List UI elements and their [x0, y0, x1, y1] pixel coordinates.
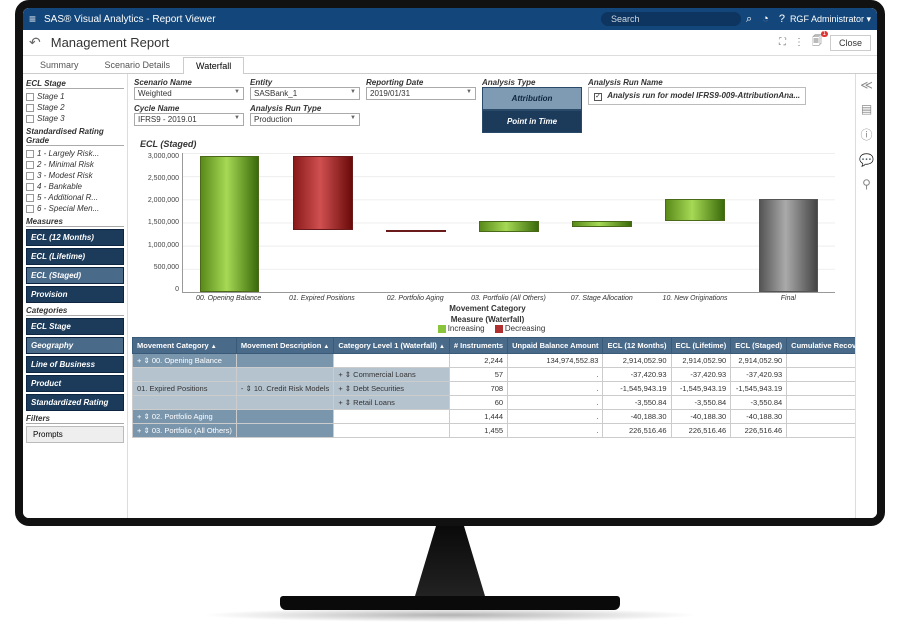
app-title: SAS® Visual Analytics - Report Viewer — [44, 14, 216, 25]
page-title: Management Report — [51, 35, 170, 50]
comment-icon[interactable]: 💬 — [859, 153, 874, 167]
collapse-icon[interactable]: ≪ — [860, 78, 873, 92]
monitor-stand — [380, 526, 520, 596]
table-row[interactable]: + ⇕ 02. Portfolio Aging1,444.-40,188.30-… — [133, 410, 856, 424]
chart-bar — [759, 199, 819, 292]
filters-title: Filters — [26, 414, 124, 424]
more-icon[interactable]: ⋮ — [794, 37, 804, 48]
checkbox-row[interactable]: Stage 2 — [26, 102, 124, 113]
chart-bar — [386, 230, 446, 232]
info-icon[interactable]: ⓘ — [860, 126, 872, 143]
scenario-select[interactable]: Weighted — [134, 87, 244, 100]
grade-title: Standardised Rating Grade — [26, 127, 124, 146]
category-button[interactable]: Line of Business — [26, 356, 124, 373]
chart-area: ECL (Staged) 3,000,0002,500,0002,000,000… — [128, 137, 855, 337]
data-table: Movement Category ▲Movement Description … — [132, 337, 855, 438]
report-header: ↶ Management Report ⛶ ⋮ 🗐1 Close — [23, 30, 877, 56]
repdate-select[interactable]: 2019/01/31 — [366, 87, 476, 100]
chart-plot — [182, 153, 835, 293]
filter-bar: Scenario Name Weighted Cycle Name IFRS9 … — [128, 74, 855, 137]
table-header[interactable]: Movement Category ▲ — [133, 338, 237, 354]
data-table-wrap: Movement Category ▲Movement Description … — [128, 337, 855, 518]
table-header[interactable]: Category Level 1 (Waterfall) ▲ — [334, 338, 450, 354]
checkbox-row[interactable]: 2 - Minimal Risk — [26, 159, 124, 170]
runtype-select[interactable]: Production — [250, 113, 360, 126]
notifications-icon[interactable]: ◔ — [762, 13, 769, 25]
category-button[interactable]: Standardized Rating — [26, 394, 124, 411]
search-icon[interactable]: ⌕ — [746, 13, 752, 26]
close-button[interactable]: Close — [830, 35, 871, 51]
analysis-run-checkbox[interactable]: ✓ — [594, 93, 602, 101]
x-axis: 00. Opening Balance01. Expired Positions… — [182, 293, 835, 302]
checkbox-row[interactable]: 4 - Bankable — [26, 181, 124, 192]
table-header[interactable]: ECL (12 Months) — [603, 338, 671, 354]
detail-icon[interactable]: ▤ — [861, 102, 872, 116]
chart-bar — [293, 156, 353, 230]
chart-bar — [572, 221, 632, 227]
help-icon[interactable]: ? — [779, 13, 785, 25]
category-button[interactable]: Geography — [26, 337, 124, 354]
monitor-frame: ≡ SAS® Visual Analytics - Report Viewer … — [15, 0, 885, 526]
measure-button[interactable]: Provision — [26, 286, 124, 303]
category-button[interactable]: ECL Stage — [26, 318, 124, 335]
measure-button[interactable]: ECL (Staged) — [26, 267, 124, 284]
checkbox-row[interactable]: Stage 3 — [26, 113, 124, 124]
analysis-type-attribution[interactable]: Attribution — [482, 87, 582, 110]
table-row[interactable]: + ⇕ Retail Loans60.-3,550.84-3,550.84-3,… — [133, 396, 856, 410]
table-header[interactable]: Unpaid Balance Amount — [508, 338, 603, 354]
chart-bar — [665, 199, 725, 221]
left-panel: ECL Stage Stage 1Stage 2Stage 3 Standard… — [23, 74, 128, 518]
menu-icon[interactable]: ≡ — [29, 12, 36, 26]
chart-bar — [200, 156, 260, 292]
categories-title: Categories — [26, 306, 124, 316]
checkbox-row[interactable]: 1 - Largely Risk... — [26, 148, 124, 159]
tab-scenario-details[interactable]: Scenario Details — [92, 56, 184, 73]
checkbox-row[interactable]: Stage 1 — [26, 91, 124, 102]
table-row[interactable]: + ⇕ Commercial Loans57.-37,420.93-37,420… — [133, 368, 856, 382]
tab-waterfall[interactable]: Waterfall — [183, 57, 244, 74]
analysis-run-box: ✓ Analysis run for model IFRS9-009-Attri… — [588, 87, 806, 105]
entity-select[interactable]: SASBank_1 — [250, 87, 360, 100]
filter-icon[interactable]: ⚲ — [862, 177, 871, 191]
table-header[interactable]: Cumulative Recovery Amount — [787, 338, 855, 354]
checkbox-row[interactable]: 5 - Additional R... — [26, 192, 124, 203]
clipboard-icon[interactable]: 🗐1 — [812, 34, 822, 51]
chart-bar — [479, 221, 539, 232]
expand-icon[interactable]: ⛶ — [779, 37, 786, 48]
search-input[interactable]: Search — [601, 12, 741, 26]
chart-title: ECL (Staged) — [140, 139, 835, 149]
checkbox-row[interactable]: 6 - Special Men... — [26, 203, 124, 214]
app-topbar: ≡ SAS® Visual Analytics - Report Viewer … — [23, 8, 877, 30]
back-icon[interactable]: ↶ — [29, 34, 41, 51]
monitor-shadow — [200, 608, 700, 622]
checkbox-row[interactable]: 3 - Modest Risk — [26, 170, 124, 181]
table-row[interactable]: + ⇕ 03. Portfolio (All Others)1,455.226,… — [133, 424, 856, 438]
right-rail: ≪ ▤ ⓘ 💬 ⚲ — [855, 74, 877, 518]
cycle-select[interactable]: IFRS9 - 2019.01 — [134, 113, 244, 126]
table-header[interactable]: Movement Description ▲ — [236, 338, 333, 354]
table-header[interactable]: # Instruments — [449, 338, 507, 354]
measure-button[interactable]: ECL (Lifetime) — [26, 248, 124, 265]
y-axis: 3,000,0002,500,0002,000,0001,500,0001,00… — [140, 153, 182, 293]
table-header[interactable]: ECL (Lifetime) — [671, 338, 731, 354]
report-tabs: Summary Scenario Details Waterfall — [23, 56, 877, 74]
category-button[interactable]: Product — [26, 375, 124, 392]
table-header[interactable]: ECL (Staged) — [731, 338, 787, 354]
tab-summary[interactable]: Summary — [27, 56, 92, 73]
screen: ≡ SAS® Visual Analytics - Report Viewer … — [23, 8, 877, 518]
analysis-type-pit[interactable]: Point in Time — [482, 110, 582, 133]
table-row[interactable]: 01. Expired Positions- ⇕ 10. Credit Risk… — [133, 382, 856, 396]
x-axis-title: Movement Category — [140, 304, 835, 313]
chart-legend: Measure (Waterfall) Increasing Decreasin… — [140, 315, 835, 333]
prompts-button[interactable]: Prompts — [26, 426, 124, 443]
measure-button[interactable]: ECL (12 Months) — [26, 229, 124, 246]
main-content: Scenario Name Weighted Cycle Name IFRS9 … — [128, 74, 855, 518]
user-menu[interactable]: RGF Administrator ▾ — [790, 14, 871, 25]
table-row[interactable]: + ⇕ 00. Opening Balance2,244134,974,552.… — [133, 354, 856, 368]
ecl-stage-title: ECL Stage — [26, 79, 124, 89]
measures-title: Measures — [26, 217, 124, 227]
